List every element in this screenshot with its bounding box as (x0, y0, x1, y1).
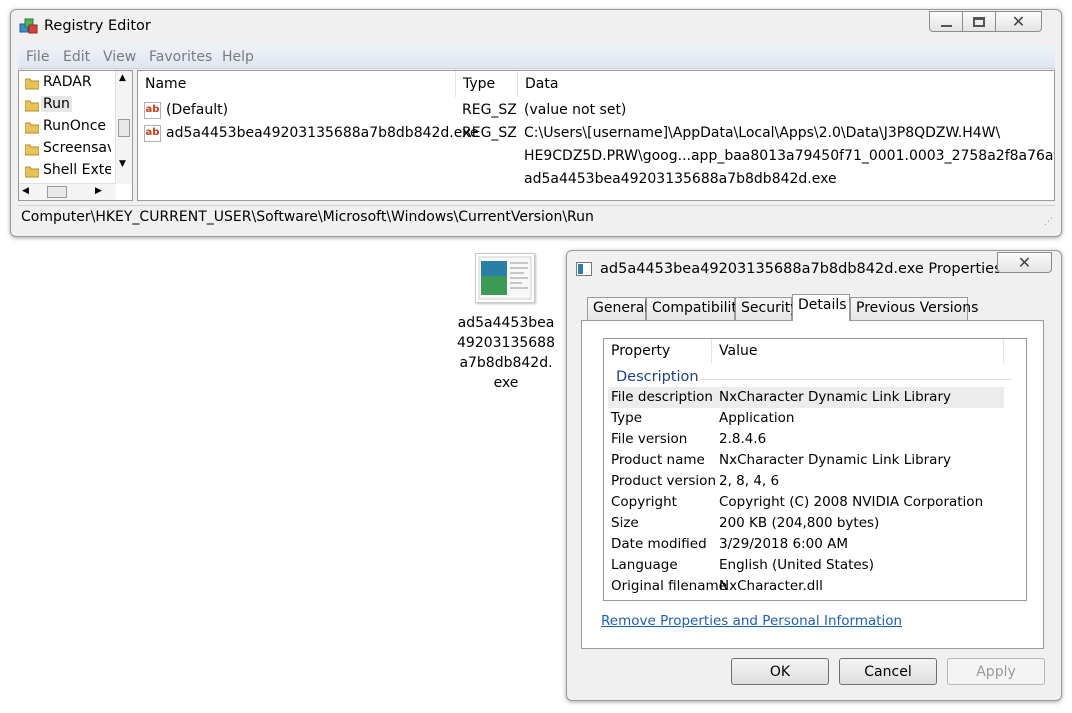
tree-item-run[interactable]: Run (19, 95, 111, 115)
file-properties-icon (576, 262, 592, 276)
status-bar: Computer\HKEY_CURRENT_USER\Software\Micr… (18, 205, 1055, 229)
close-button[interactable]: ✕ (995, 11, 1042, 32)
reg-string-icon: ab (144, 102, 161, 119)
value-data-line: C:\Users\[username]\AppData\Local\Apps\2… (524, 125, 1001, 141)
section-divider (700, 379, 1012, 380)
tab-general[interactable]: General (587, 297, 648, 320)
detail-row[interactable]: File version 2.8.4.6 (608, 429, 1004, 450)
tab-previous-versions[interactable]: Previous Versions (850, 297, 978, 320)
value-data-line: ad5a4453bea49203135688a7b8db842d.exe (524, 171, 837, 187)
folder-icon (24, 98, 40, 112)
folder-icon (24, 164, 40, 178)
detail-row[interactable]: Type Application (608, 408, 1004, 429)
folder-icon (24, 142, 40, 156)
apply-button[interactable]: Apply (947, 658, 1045, 685)
menu-help[interactable]: Help (222, 49, 254, 65)
menu-file[interactable]: File (26, 49, 49, 65)
reg-string-icon: ab (144, 125, 161, 142)
tab-compatibility[interactable]: Compatibility (646, 297, 745, 320)
value-name: ad5a4453bea49203135688a7b8db842d.exe (166, 125, 479, 141)
tree-horizontal-scrollbar[interactable]: ◀ ▶ (19, 183, 116, 200)
column-header-property[interactable]: Property (604, 339, 712, 363)
details-panel: Property Value Description File descript… (581, 320, 1044, 649)
value-row[interactable]: ab ad5a4453bea49203135688a7b8db842d.exe … (138, 124, 1054, 194)
detail-row[interactable]: Original filename NxCharacter.dll (608, 576, 1004, 597)
menu-view[interactable]: View (103, 49, 136, 65)
properties-dialog: ad5a4453bea49203135688a7b8db842d.exe Pro… (566, 250, 1062, 701)
dialog-title: ad5a4453bea49203135688a7b8db842d.exe Pro… (600, 261, 1002, 277)
close-icon: ✕ (1011, 12, 1026, 31)
restore-button[interactable] (962, 11, 996, 32)
ok-button[interactable]: OK (731, 658, 829, 685)
registry-editor-window: Registry Editor ✕ File Edit View Favorit… (10, 9, 1062, 237)
scroll-right-icon[interactable]: ▶ (95, 186, 102, 196)
detail-row[interactable]: Date modified 3/29/2018 6:00 AM (608, 534, 1004, 555)
desktop-file-label: ad5a4453bea 49203135688 a7b8db842d. exe (457, 315, 555, 391)
minimize-button[interactable] (929, 11, 963, 32)
regedit-app-icon (19, 16, 39, 36)
tab-security[interactable]: Security (735, 297, 799, 320)
menu-bar: File Edit View Favorites Help (18, 45, 1055, 69)
scroll-down-icon[interactable]: ▼ (119, 159, 126, 169)
scroll-left-icon[interactable]: ◀ (22, 186, 29, 196)
restore-icon (973, 16, 985, 27)
dialog-close-button[interactable]: ✕ (997, 252, 1052, 273)
column-header-name[interactable]: Name (138, 71, 456, 97)
section-description: Description (616, 369, 699, 385)
tree-vertical-scrollbar[interactable]: ▲ ▼ (115, 71, 132, 184)
window-title: Registry Editor (44, 18, 151, 34)
key-tree[interactable]: RADAR Run RunOnce Screensav Shell Exte ▲… (18, 70, 133, 201)
exe-thumbnail-icon (475, 253, 535, 303)
value-data-line: HE9CDZ5D.PRW\goog...app_baa8013a79450f71… (524, 148, 1055, 164)
folder-icon (24, 76, 40, 90)
tree-item-radar[interactable]: RADAR (19, 73, 111, 93)
value-type: REG_SZ (462, 125, 517, 141)
desktop-file-icon[interactable]: ad5a4453bea 49203135688 a7b8db842d. exe (455, 253, 557, 393)
close-icon: ✕ (1017, 253, 1032, 272)
value-row[interactable]: ab (Default) REG_SZ (value not set) (138, 101, 1054, 123)
remove-properties-link[interactable]: Remove Properties and Personal Informati… (601, 613, 902, 629)
detail-row[interactable]: Language English (United States) (608, 555, 1004, 576)
resize-grip-icon[interactable]: ⋰ (1044, 217, 1053, 227)
detail-row[interactable]: Product name NxCharacter Dynamic Link Li… (608, 450, 1004, 471)
menu-edit[interactable]: Edit (63, 49, 90, 65)
scroll-thumb[interactable] (118, 119, 130, 137)
details-list[interactable]: Property Value Description File descript… (603, 338, 1027, 601)
minimize-icon (940, 24, 952, 27)
column-header-value[interactable]: Value (712, 339, 1004, 363)
tab-details[interactable]: Details (792, 294, 850, 321)
tree-item-shell-extensions[interactable]: Shell Exte (19, 161, 111, 181)
scroll-thumb[interactable] (47, 186, 67, 198)
folder-icon (24, 120, 40, 134)
value-type: REG_SZ (462, 102, 517, 118)
value-name: (Default) (166, 102, 229, 118)
menu-favorites[interactable]: Favorites (149, 49, 212, 65)
value-data: (value not set) (524, 102, 627, 118)
values-list[interactable]: Name Type Data ab (Default) REG_SZ (valu… (137, 70, 1055, 201)
column-header-data[interactable]: Data (518, 71, 1054, 97)
column-header-type[interactable]: Type (456, 71, 518, 97)
detail-row[interactable]: File description NxCharacter Dynamic Lin… (608, 387, 1004, 408)
detail-row[interactable]: Product version 2, 8, 4, 6 (608, 471, 1004, 492)
tree-item-runonce[interactable]: RunOnce (19, 117, 111, 137)
tree-item-screensaver[interactable]: Screensav (19, 139, 111, 159)
cancel-button[interactable]: Cancel (839, 658, 937, 685)
scroll-up-icon[interactable]: ▲ (119, 73, 126, 83)
current-key-path: Computer\HKEY_CURRENT_USER\Software\Micr… (21, 209, 594, 225)
detail-row[interactable]: Copyright Copyright (C) 2008 NVIDIA Corp… (608, 492, 1004, 513)
detail-row[interactable]: Size 200 KB (204,800 bytes) (608, 513, 1004, 534)
